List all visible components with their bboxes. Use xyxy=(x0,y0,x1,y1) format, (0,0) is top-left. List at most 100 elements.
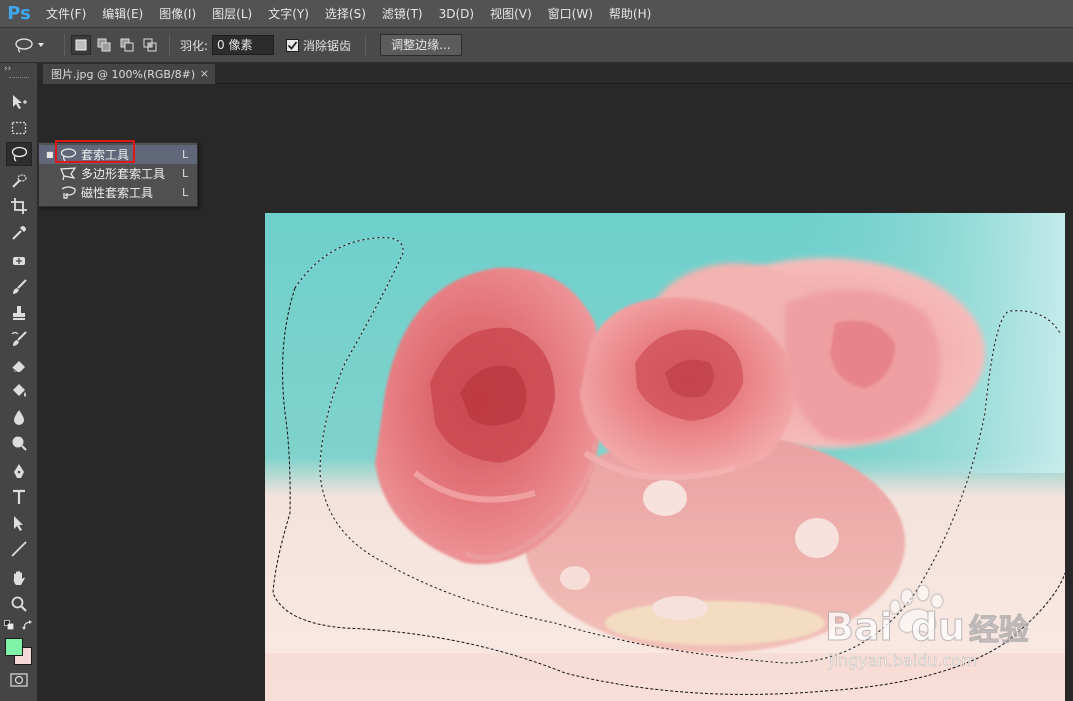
close-icon[interactable]: × xyxy=(200,67,209,80)
healing-brush-icon xyxy=(13,257,25,265)
checkmark-icon xyxy=(287,40,298,50)
antialias-checkbox[interactable] xyxy=(286,38,300,52)
add-selection-icon xyxy=(97,38,111,52)
move-tool[interactable] xyxy=(6,90,32,114)
menu-select[interactable]: 选择(S) xyxy=(317,0,374,28)
blur-tool[interactable] xyxy=(6,405,32,429)
menu-image[interactable]: 图像(I) xyxy=(151,0,204,28)
blur-icon xyxy=(14,410,24,425)
brush-tool[interactable] xyxy=(6,275,32,299)
feather-input[interactable]: 0 像素 xyxy=(212,35,275,55)
healing-brush-tool[interactable] xyxy=(6,249,32,273)
subtract-selection-button[interactable] xyxy=(117,35,137,55)
quick-selection-tool[interactable] xyxy=(6,169,32,193)
dodge-icon xyxy=(12,436,27,451)
default-colors-icon[interactable] xyxy=(4,620,14,630)
flyout-item-magnetic-lasso[interactable]: 磁性套索工具 L xyxy=(39,183,197,202)
menu-layer[interactable]: 图层(L) xyxy=(204,0,260,28)
eyedropper-icon xyxy=(12,226,26,240)
paint-bucket-icon xyxy=(13,384,26,397)
menu-view[interactable]: 视图(V) xyxy=(482,0,540,28)
divider xyxy=(365,34,367,56)
subtract-selection-icon xyxy=(120,38,134,52)
clone-stamp-tool[interactable] xyxy=(6,301,32,325)
menu-3d[interactable]: 3D(D) xyxy=(431,0,482,28)
swap-colors-icon[interactable] xyxy=(22,620,33,631)
intersect-selection-icon xyxy=(143,38,157,52)
pen-tool[interactable] xyxy=(6,459,32,483)
menu-bar: Ps 文件(F) 编辑(E) 图像(I) 图层(L) 文字(Y) 选择(S) 滤… xyxy=(0,0,1073,28)
tools-panel: ›› xyxy=(0,63,38,701)
menu-edit[interactable]: 编辑(E) xyxy=(94,0,151,28)
clone-stamp-icon xyxy=(13,306,25,320)
crop-tool[interactable] xyxy=(6,194,32,218)
zoom-tool[interactable] xyxy=(6,592,32,616)
path-selection-icon xyxy=(14,516,23,531)
eraser-tool[interactable] xyxy=(6,353,32,377)
document-tab-bar: 图片.jpg @ 100%(RGB/8#) × xyxy=(38,63,1073,84)
flyout-shortcut: L xyxy=(182,186,189,199)
line-tool[interactable] xyxy=(6,537,32,561)
add-selection-button[interactable] xyxy=(94,35,114,55)
hand-tool[interactable] xyxy=(6,566,32,590)
menu-file[interactable]: 文件(F) xyxy=(38,0,94,28)
quick-selection-icon xyxy=(12,174,27,188)
watermark-url: jingyan.baidu.com xyxy=(829,651,977,671)
eraser-icon xyxy=(11,361,25,373)
feather-label: 羽化: xyxy=(180,38,209,53)
collapse-panel-icon[interactable]: ›› xyxy=(4,65,11,74)
lasso-icon xyxy=(15,38,33,53)
chevron-down-icon xyxy=(38,43,44,47)
refine-edge-button[interactable]: 调整边缘... xyxy=(380,34,462,56)
divider xyxy=(169,34,170,56)
flyout-shortcut: L xyxy=(182,148,189,161)
flyout-label: 磁性套索工具 xyxy=(81,186,154,200)
antialias-label: 消除锯齿 xyxy=(303,38,352,53)
flyout-item-polygonal-lasso[interactable]: 多边形套索工具 L xyxy=(39,164,197,183)
highlight-annotation-box xyxy=(55,140,135,163)
pen-icon xyxy=(14,464,24,478)
menu-filter[interactable]: 滤镜(T) xyxy=(374,0,431,28)
magnetic-lasso-icon xyxy=(61,186,76,199)
zoom-icon xyxy=(11,596,27,612)
hand-icon xyxy=(13,571,25,585)
foreground-color-swatch[interactable] xyxy=(5,638,23,656)
dodge-tool[interactable] xyxy=(6,431,32,455)
menu-help[interactable]: 帮助(H) xyxy=(601,0,659,28)
document-tab-title: 图片.jpg @ 100%(RGB/8#) xyxy=(51,68,196,81)
panel-grip[interactable] xyxy=(9,77,29,80)
type-icon xyxy=(13,489,25,504)
menu-window[interactable]: 窗口(W) xyxy=(540,0,601,28)
watermark-cn: 经验 xyxy=(968,613,1029,649)
history-brush-tool[interactable] xyxy=(6,327,32,351)
line-icon xyxy=(11,541,27,557)
path-selection-tool[interactable] xyxy=(6,511,32,535)
intersect-selection-button[interactable] xyxy=(140,35,160,55)
marquee-icon xyxy=(11,121,27,135)
history-brush-icon xyxy=(11,331,27,346)
tool-preset-picker[interactable] xyxy=(14,33,58,57)
watermark-du: du xyxy=(910,605,965,650)
lasso-tool[interactable] xyxy=(6,142,32,166)
type-tool[interactable] xyxy=(6,485,32,509)
flyout-label: 多边形套索工具 xyxy=(81,167,166,181)
polygonal-lasso-icon xyxy=(60,167,77,181)
divider xyxy=(64,34,65,56)
lasso-icon xyxy=(11,146,28,162)
paint-bucket-tool[interactable] xyxy=(6,379,32,403)
marquee-tool[interactable] xyxy=(6,116,32,140)
active-bullet-icon: ■ xyxy=(46,150,54,159)
photoshop-logo: Ps xyxy=(7,3,31,24)
brush-icon xyxy=(13,279,27,294)
new-selection-icon xyxy=(75,39,87,51)
document-tab[interactable]: 图片.jpg @ 100%(RGB/8#) × xyxy=(42,63,216,84)
watermark-brand: Bai xyxy=(825,605,894,650)
baidu-watermark: Bai du 经验 jingyan.baidu.com xyxy=(825,584,1029,675)
quick-mask-icon[interactable] xyxy=(10,673,28,687)
new-selection-button[interactable] xyxy=(71,35,91,55)
menu-type[interactable]: 文字(Y) xyxy=(260,0,317,28)
flyout-shortcut: L xyxy=(182,167,189,180)
options-bar: 羽化: 0 像素 消除锯齿 调整边缘... xyxy=(0,28,1073,63)
eyedropper-tool[interactable] xyxy=(6,221,32,245)
crop-icon xyxy=(11,198,27,214)
